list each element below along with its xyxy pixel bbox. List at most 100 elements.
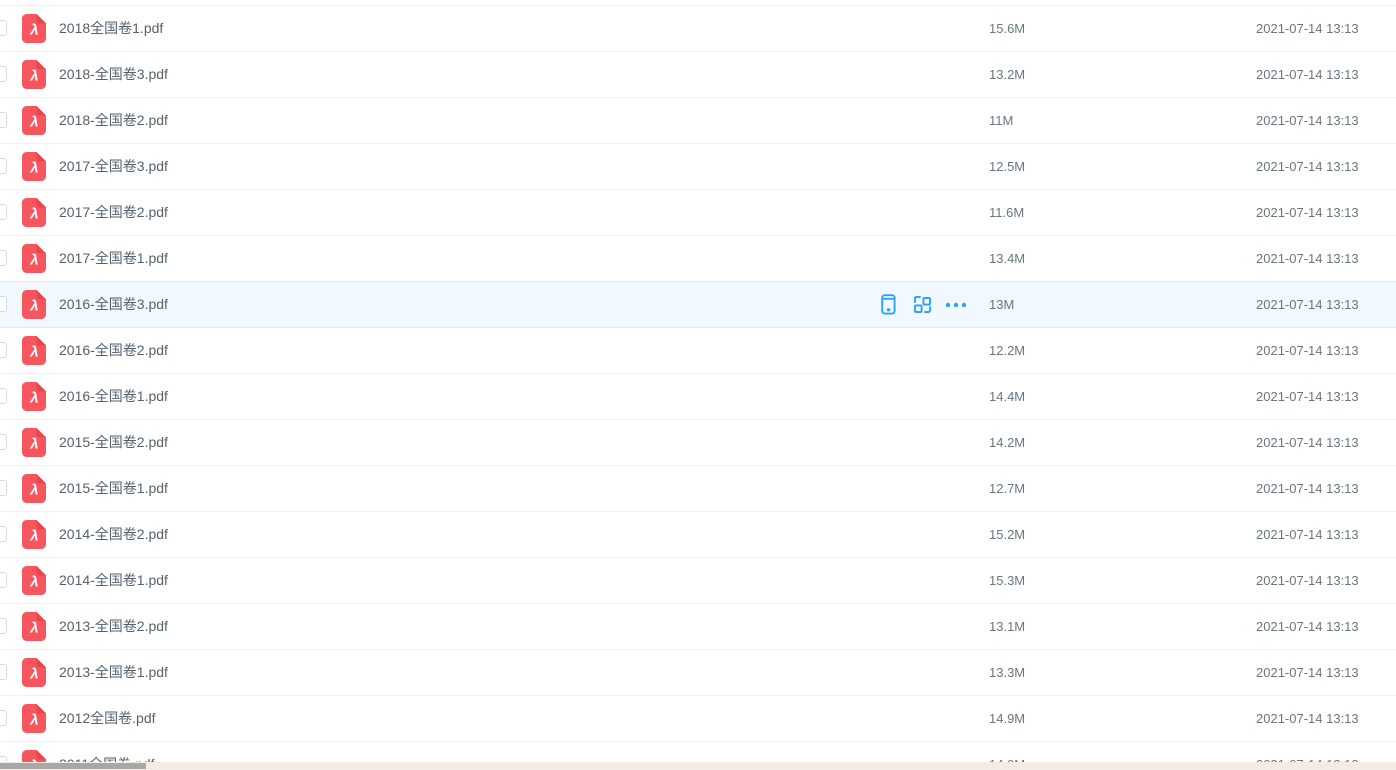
pdf-file-icon: λ [22, 612, 46, 641]
svg-text:λ: λ [29, 436, 38, 453]
file-modified-date: 2021-07-14 13:13 [1256, 696, 1359, 741]
file-modified-date: 2021-07-14 13:13 [1256, 6, 1359, 51]
file-size: 12.2M [989, 328, 1025, 373]
file-name-link[interactable]: 2016-全国卷3.pdf [59, 282, 168, 327]
file-size: 15.3M [989, 558, 1025, 603]
row-checkbox[interactable] [0, 710, 7, 726]
file-name-link[interactable]: 2014-全国卷1.pdf [59, 558, 168, 603]
file-row[interactable]: λ 2017-全国卷2.pdf [0, 190, 1396, 236]
file-row[interactable]: λ 2012全国卷.pdf [0, 696, 1396, 742]
file-modified-date: 2021-07-14 13:13 [1256, 650, 1359, 695]
svg-text:λ: λ [29, 68, 38, 85]
file-size: 14.4M [989, 374, 1025, 419]
file-modified-date: 2021-07-14 13:13 [1256, 236, 1359, 281]
svg-text:λ: λ [29, 22, 38, 39]
file-name-link[interactable]: 2015-全国卷2.pdf [59, 420, 168, 465]
row-checkbox[interactable] [0, 480, 7, 496]
svg-text:λ: λ [29, 666, 38, 683]
row-checkbox[interactable] [0, 664, 7, 680]
file-modified-date: 2021-07-14 13:13 [1256, 466, 1359, 511]
svg-text:λ: λ [29, 206, 38, 223]
row-checkbox[interactable] [0, 296, 7, 312]
phone-icon[interactable] [877, 294, 899, 316]
file-row[interactable]: λ 2016-全国卷3.pdf [0, 282, 1396, 328]
row-checkbox[interactable] [0, 112, 7, 128]
row-checkbox[interactable] [0, 572, 7, 588]
file-name-link[interactable]: 2017-全国卷3.pdf [59, 144, 168, 189]
file-row[interactable]: λ 2013-全国卷2.pdf [0, 604, 1396, 650]
file-size: 13.2M [989, 52, 1025, 97]
row-checkbox[interactable] [0, 20, 7, 36]
file-modified-date: 2021-07-14 13:13 [1256, 374, 1359, 419]
file-name-link[interactable]: 2017-全国卷2.pdf [59, 190, 168, 235]
more-icon[interactable] [945, 294, 967, 316]
svg-text:λ: λ [29, 620, 38, 637]
svg-text:λ: λ [29, 160, 38, 177]
file-modified-date: 2021-07-14 13:13 [1256, 420, 1359, 465]
file-row[interactable]: λ 2015-全国卷2.pdf [0, 420, 1396, 466]
file-row[interactable]: λ 2018-全国卷2.pdf [0, 98, 1396, 144]
horizontal-scrollbar-thumb[interactable] [0, 763, 146, 769]
file-row[interactable]: λ 2013-全国卷1.pdf [0, 650, 1396, 696]
file-size: 13.1M [989, 604, 1025, 649]
file-name-link[interactable]: 2017-全国卷1.pdf [59, 236, 168, 281]
pdf-file-icon: λ [22, 336, 46, 365]
row-checkbox[interactable] [0, 618, 7, 634]
row-checkbox[interactable] [0, 66, 7, 82]
file-size: 14.9M [989, 696, 1025, 741]
file-row[interactable]: λ 2014-全国卷2.pdf [0, 512, 1396, 558]
file-name-link[interactable]: 2012全国卷.pdf [59, 696, 156, 741]
svg-text:λ: λ [29, 344, 38, 361]
file-size: 12.7M [989, 466, 1025, 511]
pdf-file-icon: λ [22, 566, 46, 595]
svg-text:λ: λ [29, 114, 38, 131]
pdf-file-icon: λ [22, 106, 46, 135]
file-size: 13M [989, 282, 1014, 327]
svg-text:λ: λ [29, 574, 38, 591]
row-checkbox[interactable] [0, 434, 7, 450]
pdf-file-icon: λ [22, 60, 46, 89]
pdf-file-icon: λ [22, 290, 46, 319]
file-size: 13.3M [989, 650, 1025, 695]
svg-text:λ: λ [29, 482, 38, 499]
file-row[interactable]: λ 2017-全国卷1.pdf [0, 236, 1396, 282]
file-name-link[interactable]: 2016-全国卷1.pdf [59, 374, 168, 419]
file-name-link[interactable]: 2014-全国卷2.pdf [59, 512, 168, 557]
file-size: 15.2M [989, 512, 1025, 557]
svg-text:λ: λ [29, 712, 38, 729]
file-name-link[interactable]: 2015-全国卷1.pdf [59, 466, 168, 511]
transfer-icon[interactable] [911, 294, 933, 316]
file-row[interactable]: λ 2015-全国卷1.pdf [0, 466, 1396, 512]
pdf-file-icon: λ [22, 382, 46, 411]
file-row[interactable]: λ 2018全国卷1.pdf [0, 6, 1396, 52]
file-modified-date: 2021-07-14 13:13 [1256, 282, 1359, 327]
file-row[interactable]: λ 2018-全国卷3.pdf [0, 52, 1396, 98]
file-row[interactable]: λ 2016-全国卷2.pdf [0, 328, 1396, 374]
file-name-link[interactable]: 2016-全国卷2.pdf [59, 328, 168, 373]
file-name-link[interactable]: 2018全国卷1.pdf [59, 6, 163, 51]
pdf-file-icon: λ [22, 152, 46, 181]
file-modified-date: 2021-07-14 13:13 [1256, 512, 1359, 557]
row-checkbox[interactable] [0, 204, 7, 220]
file-name-link[interactable]: 2013-全国卷1.pdf [59, 650, 168, 695]
svg-text:λ: λ [29, 390, 38, 407]
horizontal-scrollbar[interactable] [0, 762, 1396, 770]
row-checkbox[interactable] [0, 250, 7, 266]
row-checkbox[interactable] [0, 526, 7, 542]
file-name-link[interactable]: 2018-全国卷3.pdf [59, 52, 168, 97]
file-row[interactable]: λ 2017-全国卷3.pdf [0, 144, 1396, 190]
pdf-file-icon: λ [22, 704, 46, 733]
file-name-link[interactable]: 2013-全国卷2.pdf [59, 604, 168, 649]
pdf-file-icon: λ [22, 428, 46, 457]
row-checkbox[interactable] [0, 388, 7, 404]
row-checkbox[interactable] [0, 342, 7, 358]
file-modified-date: 2021-07-14 13:13 [1256, 558, 1359, 603]
file-name-link[interactable]: 2018-全国卷2.pdf [59, 98, 168, 143]
file-list: λ 2018全国卷1.pdf [0, 6, 1396, 770]
file-row[interactable]: λ 2016-全国卷1.pdf [0, 374, 1396, 420]
file-size: 15.6M [989, 6, 1025, 51]
file-modified-date: 2021-07-14 13:13 [1256, 98, 1359, 143]
row-checkbox[interactable] [0, 158, 7, 174]
file-row[interactable]: λ 2014-全国卷1.pdf [0, 558, 1396, 604]
file-modified-date: 2021-07-14 13:13 [1256, 144, 1359, 189]
